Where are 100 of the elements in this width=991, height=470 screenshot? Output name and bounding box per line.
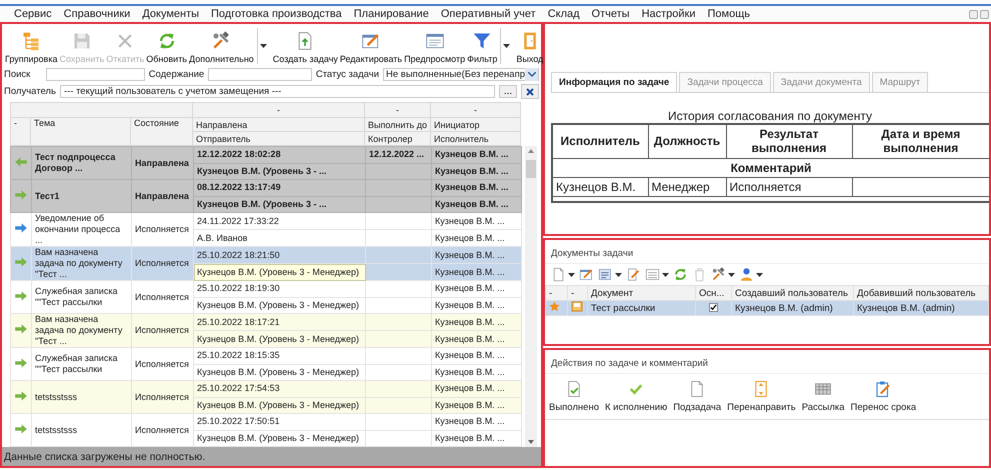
table-cell: 25.10.2022 18:15:35 (194, 348, 366, 364)
column-header[interactable]: - (568, 286, 588, 300)
menu-item[interactable]: Оперативный учет (434, 8, 542, 20)
toolbar-button[interactable] (645, 267, 669, 282)
column-header[interactable]: Отправитель (192, 132, 364, 146)
toolbar-button[interactable]: Предпросмотр (403, 31, 466, 64)
table-cell: Кузнецов В.М. (552, 177, 648, 196)
column-header[interactable]: Документ (588, 286, 696, 300)
arrow-right-icon (14, 356, 28, 370)
action-button[interactable]: Перенос срока (848, 380, 918, 413)
menu-item[interactable]: Склад (542, 8, 586, 20)
action-button[interactable]: Рассылка (800, 380, 847, 413)
toolbar-button[interactable] (551, 267, 575, 282)
menu-item[interactable]: Сервис (8, 8, 58, 20)
table-cell: Кузнецов В.М. ... (432, 212, 522, 230)
favorite-cell[interactable] (546, 300, 568, 316)
toolbar-button[interactable] (739, 267, 763, 282)
menu-item[interactable]: Документы (136, 8, 206, 20)
scrollbar-thumb[interactable] (526, 160, 536, 178)
action-button[interactable]: Подзадача (671, 380, 724, 413)
filter-icon (472, 31, 492, 51)
table-cell: Исполняется (132, 314, 194, 348)
row-status-cell[interactable] (10, 180, 32, 212)
content-field[interactable] (208, 68, 312, 81)
table-cell: 25.10.2022 18:19:30 (194, 280, 366, 297)
caret-icon (615, 272, 622, 276)
column-header: - (192, 102, 364, 118)
column-header[interactable]: Инициатор (430, 118, 520, 132)
clipboard-pencil-icon (874, 380, 892, 398)
row-status-cell[interactable] (10, 146, 32, 180)
menu-item[interactable]: Настройки (636, 8, 702, 20)
menu-item[interactable]: Справочники (58, 8, 136, 20)
table-cell: 25.10.2022 18:21:50 (194, 246, 366, 264)
menu-item[interactable]: Отчеты (586, 8, 636, 20)
panel-title: Документы задачи (545, 240, 989, 264)
field-label: Поиск (4, 69, 30, 80)
action-button[interactable]: Перенаправить (725, 380, 798, 413)
table-cell: Кузнецов В.М. (Уровень 3 - ... (194, 196, 366, 212)
caret-icon (260, 44, 267, 48)
column-header[interactable]: Осн... (696, 286, 732, 300)
column-header[interactable]: - (546, 286, 568, 300)
column-header[interactable]: Контролер (364, 132, 430, 146)
scrollbar[interactable] (525, 146, 537, 447)
search-field[interactable] (46, 68, 145, 81)
table-cell: Кузнецов В.М. (Уровень 3 - Менеджер) (194, 397, 366, 414)
status-dropdown[interactable]: Не выполненные(Без перенапр (383, 68, 539, 81)
column-header: - (10, 118, 30, 146)
trash-icon (692, 267, 707, 282)
toolbar-button[interactable]: Редактировать (338, 31, 404, 64)
menu-item[interactable]: Помощь (702, 8, 756, 20)
action-button[interactable]: К исполнению (603, 380, 670, 413)
browse-button[interactable]: ... (499, 85, 517, 98)
table-cell: Кузнецов В.М. (Уровень 3 - Менеджер) (194, 330, 366, 348)
tools-icon (711, 267, 726, 282)
menu-item[interactable]: Подготовка производства (205, 8, 348, 20)
chevron-down-icon (528, 72, 536, 77)
tools-icon (211, 31, 232, 51)
column-header[interactable]: Направлена (192, 118, 364, 132)
recipient-field[interactable]: --- текущий пользователь с учетом замещения --- (60, 85, 495, 98)
caret-icon (568, 272, 575, 276)
toolbar-button[interactable]: Обновить (145, 31, 188, 64)
tab[interactable]: Информация по задаче (551, 72, 678, 92)
caret-icon (756, 272, 763, 276)
checkbox[interactable] (709, 303, 718, 312)
user-icon (739, 267, 754, 282)
table-cell: 12.12.2022 18:02:28 (194, 146, 366, 163)
table-cell: 12.12.2022 ... (366, 146, 432, 163)
caret-icon (728, 272, 735, 276)
toolbar-button[interactable]: Создать задачу (272, 31, 339, 64)
table-cell: Кузнецов В.М. ... (432, 348, 522, 364)
table-cell: Кузнецов В.М. ... (432, 397, 522, 414)
toolbar-button[interactable] (711, 267, 735, 282)
column-header[interactable]: Выполнить до (364, 118, 430, 132)
column-header[interactable]: Создавший пользователь (732, 286, 854, 300)
table-title: История согласования по документу (667, 109, 873, 123)
field-label: Содержание (148, 69, 204, 80)
dropdown-toggle[interactable] (500, 28, 512, 64)
column-header[interactable]: Исполнитель (430, 132, 520, 146)
toolbar-button[interactable]: Дополнительно (188, 31, 255, 64)
column-header[interactable]: Добавивший пользователь (854, 286, 988, 300)
refresh-icon (673, 267, 688, 282)
table-cell: Кузнецов В.М. (admin) (854, 300, 988, 316)
table-cell: Исполняется (132, 246, 194, 280)
action-button[interactable]: Выполнено (547, 380, 601, 413)
menu-item[interactable]: Планирование (348, 8, 435, 20)
dropdown-toggle[interactable] (256, 28, 269, 64)
table-cell: 08.12.2022 13:17:49 (194, 180, 366, 196)
toolbar-button[interactable]: Группировка (4, 31, 58, 64)
pencil-icon (626, 267, 641, 282)
table-cell: Вам назначена задача по документу "Тест ... (32, 246, 132, 280)
table-cell: tetstsstsss (32, 380, 132, 414)
toolbar-button[interactable] (598, 267, 622, 282)
table-cell[interactable]: Кузнецов В.М. (Уровень 3 - Менеджер) (194, 264, 366, 280)
toolbar-button[interactable]: Фильтр (466, 31, 498, 64)
clear-button[interactable] (521, 84, 539, 99)
column-header[interactable]: Тема (30, 118, 130, 146)
column-header[interactable]: Состояние (130, 118, 192, 146)
table-cell: Тест рассылки (588, 300, 696, 316)
table-cell: 24.11.2022 17:33:22 (194, 212, 366, 230)
form-icon (598, 267, 613, 282)
